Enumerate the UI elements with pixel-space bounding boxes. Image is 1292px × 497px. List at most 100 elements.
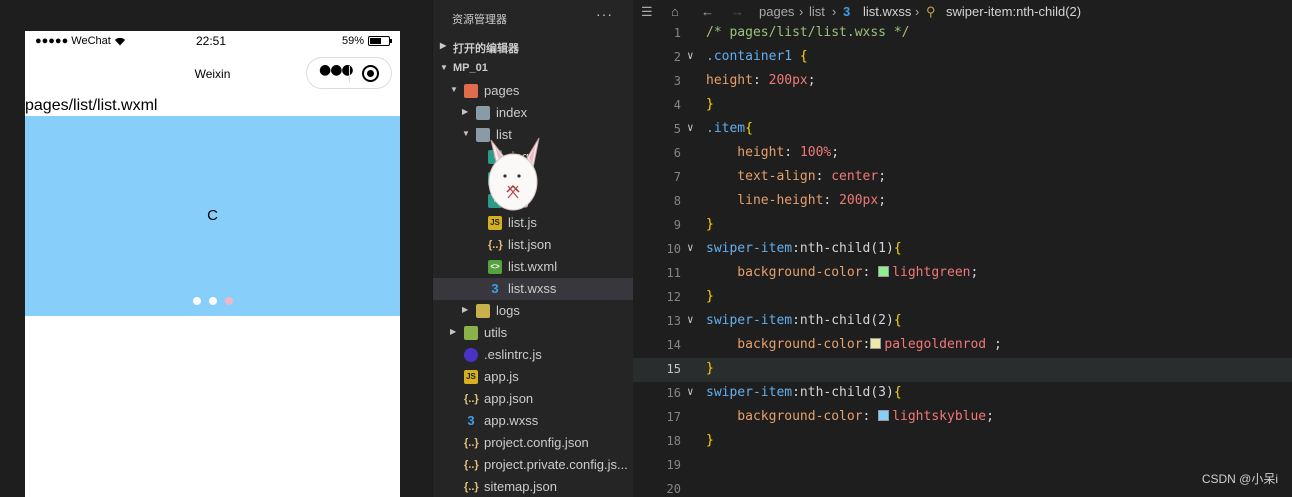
tree-item-index[interactable]: ▶ index xyxy=(432,102,633,124)
swiper[interactable]: C xyxy=(25,116,400,316)
wifi-icon xyxy=(114,37,125,45)
code-line[interactable]: 6 height: 100%; xyxy=(633,142,1292,166)
chevron-down-icon[interactable]: ▼ xyxy=(462,129,470,138)
color-swatch-icon[interactable] xyxy=(870,338,882,349)
fold-chevron-icon[interactable]: ∨ xyxy=(687,49,694,62)
forward-arrow-icon[interactable]: → xyxy=(731,4,744,19)
code-line[interactable]: 13 ∨ swiper-item:nth-child(2){ xyxy=(633,310,1292,334)
code-editor[interactable]: ☰ ⌂ ← → pages › list › 3 list.wxss › ⚲ s… xyxy=(633,0,1292,497)
code-token: /* pages/list/list.wxss */ xyxy=(706,25,910,40)
breadcrumb-item[interactable]: list.wxss xyxy=(863,4,911,19)
folder-red-icon xyxy=(464,84,478,98)
code-line[interactable]: 10 ∨ swiper-item:nth-child(1){ xyxy=(633,238,1292,262)
code-token: { xyxy=(745,121,753,136)
code-text: } xyxy=(706,361,714,376)
tree-item-eslintrc-js[interactable]: .eslintrc.js xyxy=(432,344,633,366)
code-line[interactable]: 9} xyxy=(633,214,1292,238)
section-project[interactable]: ▼ MP_01 xyxy=(432,58,633,80)
code-line[interactable]: 19 xyxy=(633,454,1292,478)
code-line[interactable]: 8 line-height: 200px; xyxy=(633,190,1292,214)
tree-item-list-json[interactable]: {..} list.json xyxy=(432,234,633,256)
menu-capsule[interactable]: ●●● xyxy=(306,57,392,89)
code-token: :nth-child(3) xyxy=(792,385,894,400)
code-token: swiper-item xyxy=(706,385,793,400)
tree-item-label: index xyxy=(496,105,528,120)
code-line[interactable]: 3 height: 200px; xyxy=(633,70,1292,94)
tree-item-list-wxml[interactable]: <> list.wxml xyxy=(432,256,633,278)
battery-fill xyxy=(370,38,381,44)
tree-item-app-json[interactable]: {..} app.json xyxy=(432,388,633,410)
tree-item-label: .eslintrc.js xyxy=(484,347,542,362)
color-swatch-icon[interactable] xyxy=(878,266,890,277)
tree-item-list-js[interactable]: JS list.js xyxy=(432,212,633,234)
code-token: } xyxy=(706,217,714,232)
code-line[interactable]: 5 ∨ .item{ xyxy=(633,118,1292,142)
tree-item-list-wxss[interactable]: 3 list.wxss xyxy=(432,278,633,300)
chevron-right-icon[interactable]: ▶ xyxy=(450,327,456,336)
more-icon[interactable]: ●●● xyxy=(319,62,354,78)
tree-item-logs[interactable]: ▶ logs xyxy=(432,300,633,322)
code-token: : xyxy=(815,169,832,184)
code-line[interactable]: 18} xyxy=(633,430,1292,454)
breadcrumb-item[interactable]: list xyxy=(809,4,825,19)
fold-chevron-icon[interactable]: ∨ xyxy=(687,313,694,326)
color-swatch-icon[interactable] xyxy=(878,410,890,421)
tree-item-app-wxss[interactable]: 3 app.wxss xyxy=(432,410,633,432)
chevron-down-icon[interactable]: ▼ xyxy=(450,85,458,94)
tree-item-label: logs xyxy=(496,303,520,318)
section-open-editors[interactable]: ▶ 打开的编辑器 xyxy=(432,36,633,58)
close-target-icon[interactable] xyxy=(362,65,379,82)
breadcrumb-item[interactable]: swiper-item:nth-child(2) xyxy=(946,4,1081,19)
back-arrow-icon[interactable]: ← xyxy=(701,4,714,19)
tree-item-project-config-json[interactable]: {..} project.config.json xyxy=(432,432,633,454)
bookmark-icon[interactable]: ⌂ xyxy=(671,4,679,19)
code-token: text-align xyxy=(706,169,816,184)
chevron-down-icon: ▼ xyxy=(440,63,448,72)
fold-chevron-icon[interactable]: ∨ xyxy=(687,241,694,254)
chevron-right-icon[interactable]: ▶ xyxy=(462,107,468,116)
code-line[interactable]: 4} xyxy=(633,94,1292,118)
fold-chevron-icon[interactable]: ∨ xyxy=(687,385,694,398)
code-token: line-height xyxy=(706,193,824,208)
code-line[interactable]: 20 xyxy=(633,478,1292,497)
code-line[interactable]: 15} xyxy=(633,358,1292,382)
tree-item-label: list.wxss xyxy=(508,281,557,296)
code-token: lightgreen xyxy=(892,265,971,280)
code-token: { xyxy=(893,313,902,328)
code-line[interactable]: 14 background-color: palegoldenrod ; xyxy=(633,334,1292,358)
code-token: swiper-item xyxy=(706,241,793,256)
tree-item-app-js[interactable]: JS app.js xyxy=(432,366,633,388)
json-icon: {..} xyxy=(464,393,479,405)
tree-item-label: app.json xyxy=(484,391,534,406)
code-line[interactable]: 11 background-color: lightgreen; xyxy=(633,262,1292,286)
code-line[interactable]: 7 text-align: center; xyxy=(633,166,1292,190)
code-text: swiper-item:nth-child(1){ xyxy=(706,241,902,256)
tree-item-label: list.wxml xyxy=(508,259,558,274)
list-icon[interactable]: ☰ xyxy=(641,4,653,20)
code-text: swiper-item:nth-child(2){ xyxy=(706,313,902,328)
code-text: .container1 { xyxy=(706,49,808,64)
code-line[interactable]: 17 background-color: lightskyblue; xyxy=(633,406,1292,430)
swiper-dot[interactable] xyxy=(209,297,217,305)
code-line[interactable]: 16 ∨ swiper-item:nth-child(3){ xyxy=(633,382,1292,406)
tree-item-label: sitemap.json xyxy=(484,479,557,494)
tree-item-sitemap-json[interactable]: {..} sitemap.json xyxy=(432,476,633,497)
code-token: background-color xyxy=(706,265,863,280)
tree-item-pages[interactable]: ▼ pages xyxy=(432,80,633,102)
code-line[interactable]: 2 ∨ .container1 { xyxy=(633,46,1292,70)
more-actions-icon[interactable]: ··· xyxy=(596,6,613,22)
tree-item-project-private-config-js[interactable]: {..} project.private.config.js... xyxy=(432,454,633,476)
swiper-dot[interactable] xyxy=(225,297,233,305)
chevron-right-icon[interactable]: ▶ xyxy=(462,305,468,314)
code-line[interactable]: 1 /* pages/list/list.wxss */ xyxy=(633,22,1292,46)
code-text: } xyxy=(706,217,714,232)
breadcrumb-item[interactable]: pages xyxy=(759,4,794,19)
fold-chevron-icon[interactable]: ∨ xyxy=(687,121,694,134)
swiper-dot[interactable] xyxy=(193,297,201,305)
code-token: ; xyxy=(986,409,994,424)
line-number: 11 xyxy=(666,266,681,280)
tree-item-utils[interactable]: ▶ utils xyxy=(432,322,633,344)
line-number: 6 xyxy=(673,146,681,160)
js-icon: JS xyxy=(464,370,478,384)
code-line[interactable]: 12} xyxy=(633,286,1292,310)
